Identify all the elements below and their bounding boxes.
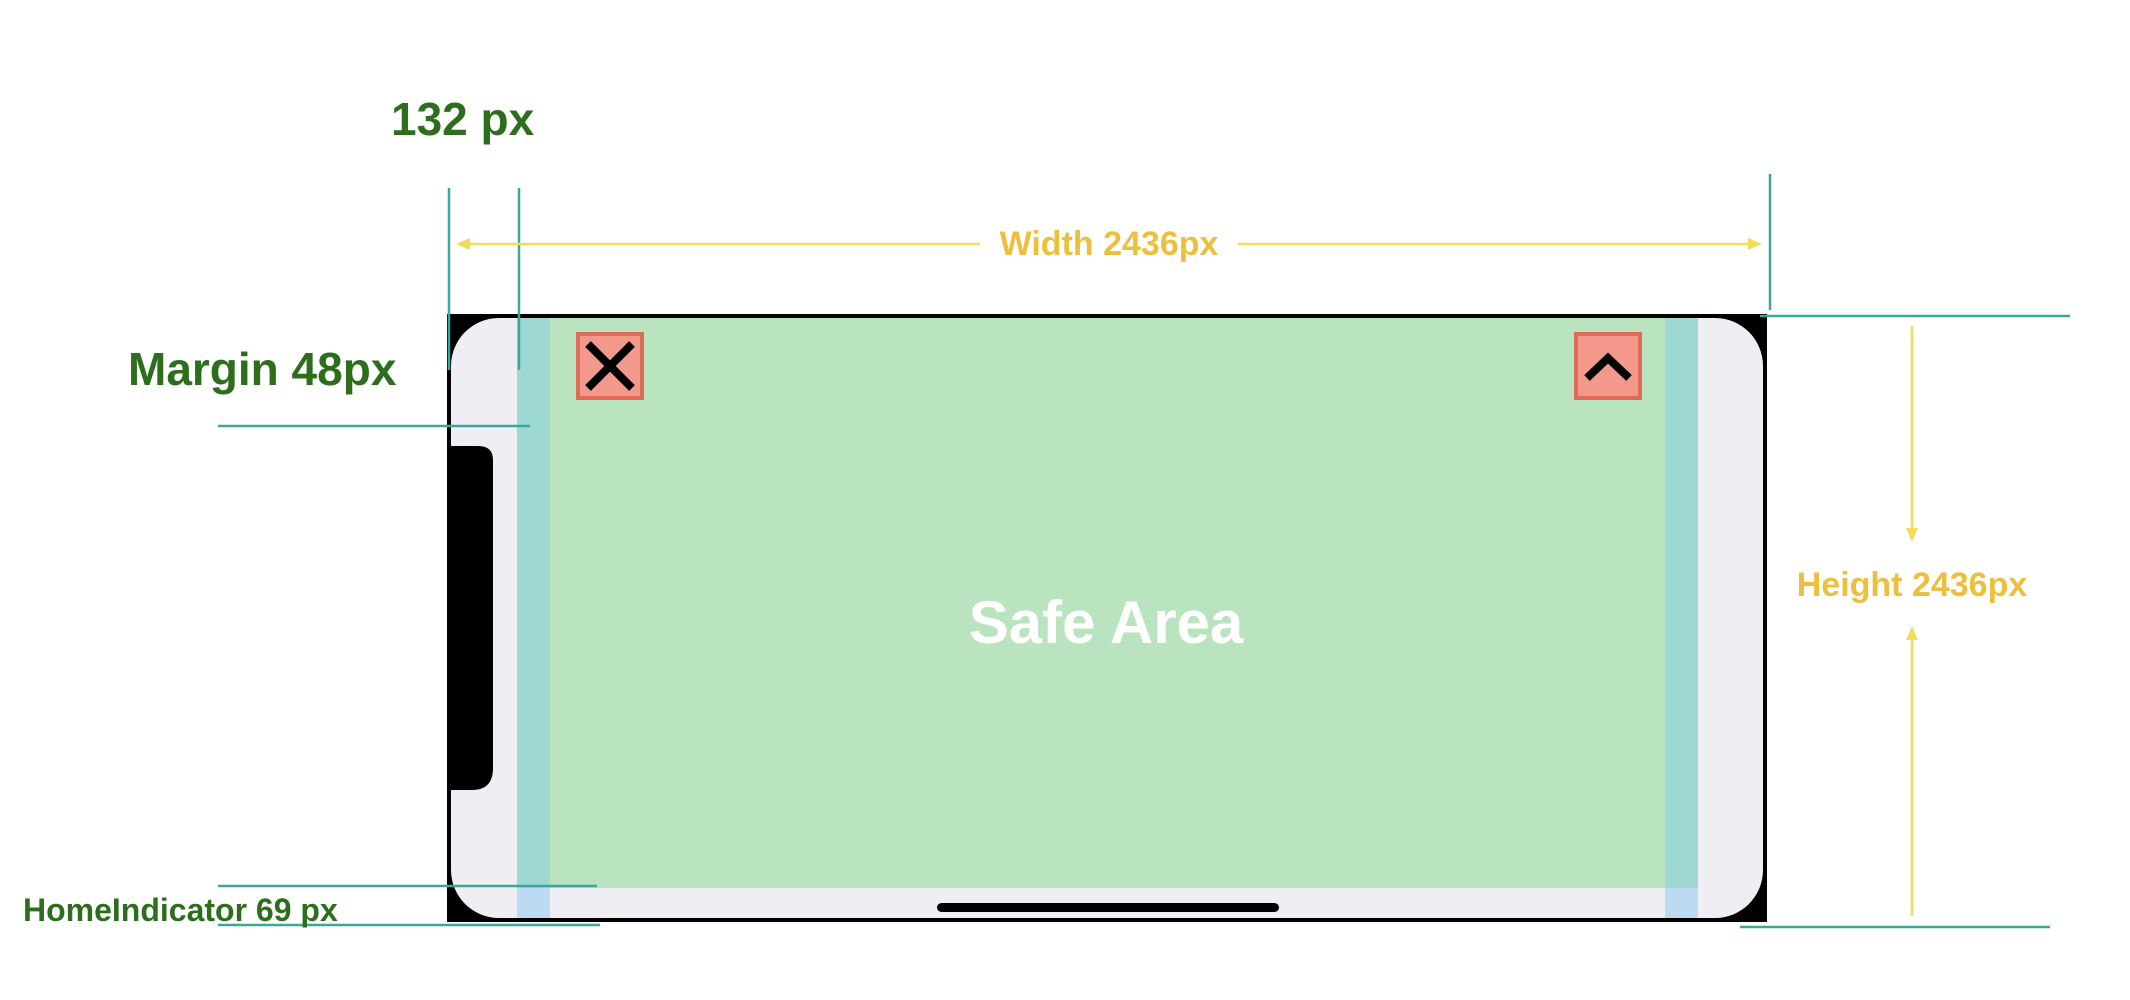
notch-width-label: 132 px xyxy=(391,93,535,145)
height-dimension-arrow xyxy=(1906,326,1918,916)
safe-area-diagram: 132 px Margin 48px HomeIndicator 69 px W… xyxy=(0,0,2130,1000)
home-indicator-bar xyxy=(937,903,1279,912)
width-label: Width 2436px xyxy=(999,225,1219,263)
right-margin-strip xyxy=(1665,318,1698,888)
margin-label: Margin 48px xyxy=(128,343,397,395)
left-margin-strip xyxy=(517,318,550,888)
home-indicator-label: HomeIndicator 69 px xyxy=(23,892,338,928)
right-home-strip xyxy=(1665,888,1698,918)
diagram-graphics xyxy=(218,174,2070,929)
left-home-strip xyxy=(517,888,550,918)
height-label: Height 2436px xyxy=(1796,566,2028,604)
sensor-notch xyxy=(447,446,493,790)
chevron-button[interactable] xyxy=(1574,332,1642,400)
safe-area-label: Safe Area xyxy=(968,589,1244,656)
close-button[interactable] xyxy=(576,332,644,400)
